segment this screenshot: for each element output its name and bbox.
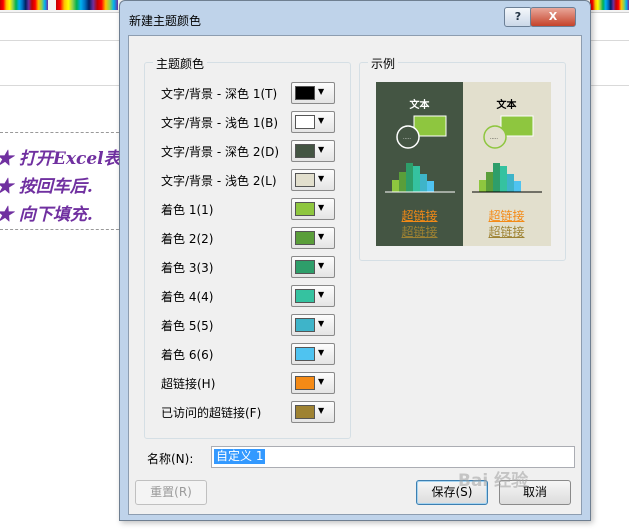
theme-preview: 文本 ..... 超链接 超链接 文本 ..... 超链接 超链接 [376, 82, 551, 246]
dialog-titlebar[interactable]: 新建主题颜色 ? X [120, 1, 590, 35]
color-picker-light1[interactable]: ▼ [291, 111, 335, 133]
name-input-value: 自定义 1 [214, 449, 266, 464]
color-picker-accent4[interactable]: ▼ [291, 285, 335, 307]
color-swatch [295, 405, 315, 419]
row-label-light1: 文字/背景 - 浅色 1(B) [161, 116, 279, 130]
color-swatch [295, 144, 315, 158]
preview-hyperlink: 超链接 [488, 209, 525, 223]
background-color-strip [56, 0, 118, 10]
background-color-strip [0, 0, 48, 10]
background-text-line: ★ 向下填充. [0, 205, 93, 225]
color-picker-followed-hyperlink[interactable]: ▼ [291, 401, 335, 423]
color-swatch [295, 86, 315, 100]
row-label-accent3: 着色 3(3) [161, 261, 214, 275]
dropdown-arrow-icon: ▼ [318, 203, 325, 212]
row-label-dark2: 文字/背景 - 深色 2(D) [161, 145, 280, 159]
dropdown-arrow-icon: ▼ [318, 174, 325, 183]
dropdown-arrow-icon: ▼ [318, 145, 325, 154]
sample-group-label: 示例 [368, 55, 399, 72]
row-label-accent1: 着色 1(1) [161, 203, 214, 217]
dropdown-arrow-icon: ▼ [318, 406, 325, 415]
svg-text:.....: ..... [403, 135, 411, 141]
dialog-title: 新建主题颜色 [129, 14, 202, 28]
new-theme-colors-dialog: 新建主题颜色 ? X 主题颜色 文字/背景 - 深色 1(T) ▼ 文字/背景 … [119, 0, 591, 521]
watermark: Bai 经验 [458, 471, 529, 491]
color-swatch [295, 260, 315, 274]
color-swatch [295, 231, 315, 245]
color-picker-dark2[interactable]: ▼ [291, 140, 335, 162]
row-label-dark1: 文字/背景 - 深色 1(T) [161, 87, 278, 101]
name-input[interactable]: 自定义 1 [211, 446, 575, 468]
color-swatch [295, 289, 315, 303]
color-swatch [295, 376, 315, 390]
color-picker-light2[interactable]: ▼ [291, 169, 335, 191]
close-button[interactable]: X [530, 7, 576, 27]
preview-text-label: 文本 [409, 100, 430, 111]
sample-group: 示例 文本 ..... 超链接 超链接 文本 ..... 超链接 超链接 [359, 55, 566, 261]
preview-text-label: 文本 [496, 100, 517, 111]
color-swatch [295, 115, 315, 129]
preview-light-panel: 文本 ..... 超链接 超链接 [463, 82, 551, 246]
svg-text:.....: ..... [490, 135, 498, 141]
reset-button[interactable]: 重置(R) [135, 480, 207, 505]
dropdown-arrow-icon: ▼ [318, 261, 325, 270]
row-label-accent2: 着色 2(2) [161, 232, 214, 246]
background-text-line: ★ 按回车后. [0, 177, 93, 197]
color-swatch [295, 318, 315, 332]
color-swatch [295, 347, 315, 361]
color-picker-hyperlink[interactable]: ▼ [291, 372, 335, 394]
color-swatch [295, 202, 315, 216]
preview-shapes-dark: ..... [385, 115, 455, 193]
color-picker-accent3[interactable]: ▼ [291, 256, 335, 278]
dialog-client-area: 主题颜色 文字/背景 - 深色 1(T) ▼ 文字/背景 - 浅色 1(B) ▼… [128, 35, 582, 515]
row-label-followed-hyperlink: 已访问的超链接(F) [161, 406, 262, 420]
dropdown-arrow-icon: ▼ [318, 348, 325, 357]
row-label-accent4: 着色 4(4) [161, 290, 214, 304]
color-picker-accent5[interactable]: ▼ [291, 314, 335, 336]
color-picker-accent1[interactable]: ▼ [291, 198, 335, 220]
color-picker-accent2[interactable]: ▼ [291, 227, 335, 249]
row-label-accent5: 着色 5(5) [161, 319, 214, 333]
preview-visited-hyperlink: 超链接 [488, 225, 525, 239]
preview-dark-panel: 文本 ..... 超链接 超链接 [376, 82, 463, 246]
color-picker-accent6[interactable]: ▼ [291, 343, 335, 365]
preview-hyperlink: 超链接 [401, 209, 438, 223]
preview-visited-hyperlink: 超链接 [401, 225, 438, 239]
row-label-light2: 文字/背景 - 浅色 2(L) [161, 174, 277, 188]
row-label-accent6: 着色 6(6) [161, 348, 214, 362]
background-color-strip [590, 0, 629, 10]
help-button[interactable]: ? [504, 7, 532, 27]
dropdown-arrow-icon: ▼ [318, 116, 325, 125]
background-text-line: ★ 打开Excel表 [0, 149, 121, 169]
dropdown-arrow-icon: ▼ [318, 87, 325, 96]
preview-shapes-light: ..... [472, 115, 542, 193]
name-label: 名称(N): [147, 452, 194, 466]
row-label-hyperlink: 超链接(H) [161, 377, 216, 391]
theme-colors-group: 主题颜色 文字/背景 - 深色 1(T) ▼ 文字/背景 - 浅色 1(B) ▼… [144, 55, 351, 439]
dropdown-arrow-icon: ▼ [318, 290, 325, 299]
color-picker-dark1[interactable]: ▼ [291, 82, 335, 104]
dropdown-arrow-icon: ▼ [318, 377, 325, 386]
dropdown-arrow-icon: ▼ [318, 319, 325, 328]
dropdown-arrow-icon: ▼ [318, 232, 325, 241]
color-swatch [295, 173, 315, 187]
theme-colors-group-label: 主题颜色 [153, 55, 208, 72]
